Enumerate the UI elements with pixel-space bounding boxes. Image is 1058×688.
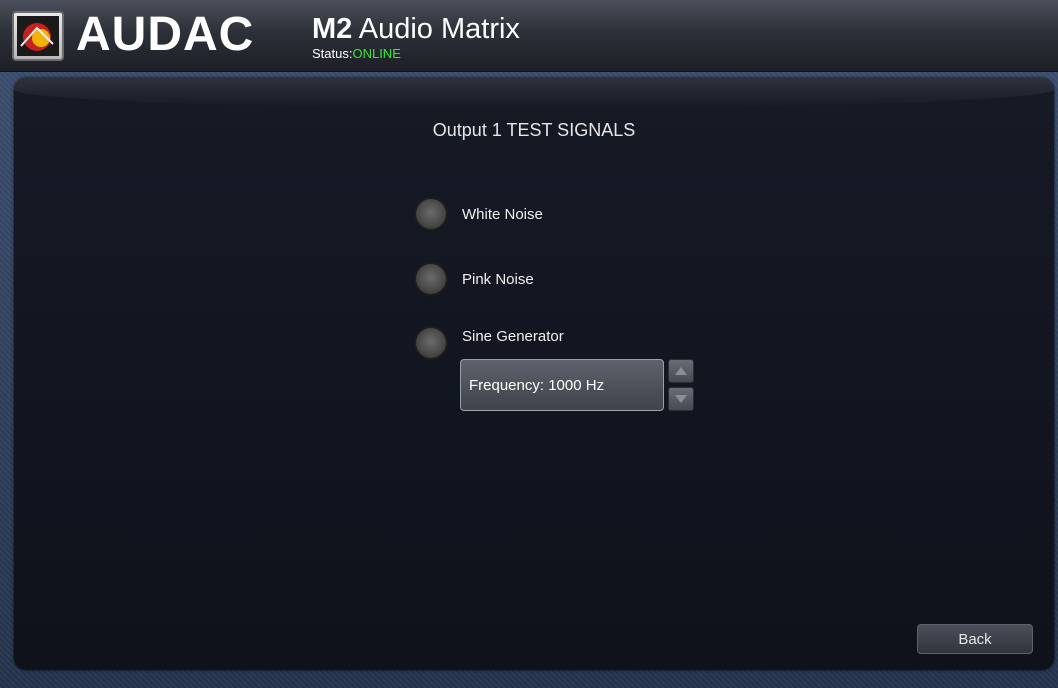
panel-gloss	[14, 78, 1054, 108]
app-header: AUDAC M2 Audio Matrix Status:ONLINE	[0, 0, 1058, 72]
test-signals-panel: Output 1 TEST SIGNALS White Noise Pink N…	[14, 78, 1054, 670]
model-name: M2	[312, 13, 353, 45]
connection-status: Status:ONLINE	[312, 46, 401, 61]
frequency-field[interactable]: Frequency: 1000 Hz	[460, 359, 664, 411]
option-pink-noise[interactable]: Pink Noise	[416, 262, 716, 296]
arrow-up-icon	[675, 367, 687, 375]
back-button[interactable]: Back	[917, 624, 1033, 654]
white-noise-radio[interactable]	[416, 199, 446, 229]
arrow-down-icon	[675, 395, 687, 403]
sine-generator-label: Sine Generator	[462, 327, 564, 345]
option-sine-generator[interactable]: Sine Generator	[416, 326, 716, 360]
frequency-up-button[interactable]	[668, 359, 694, 383]
status-label: Status:	[312, 46, 353, 61]
white-noise-label: White Noise	[462, 205, 543, 223]
pink-noise-radio[interactable]	[416, 264, 446, 294]
main-frame: Output 1 TEST SIGNALS White Noise Pink N…	[0, 72, 1058, 688]
audac-logo-icon	[12, 11, 64, 61]
product-name: Audio Matrix	[358, 13, 520, 45]
sine-generator-radio[interactable]	[416, 328, 446, 358]
page-title: Output 1 TEST SIGNALS	[432, 120, 636, 140]
product-title: M2 Audio Matrix	[312, 12, 520, 46]
option-white-noise[interactable]: White Noise	[416, 197, 716, 231]
status-value: ONLINE	[352, 46, 401, 61]
frequency-down-button[interactable]	[668, 387, 694, 411]
pink-noise-label: Pink Noise	[462, 270, 534, 288]
brand-name: AUDAC	[76, 8, 255, 61]
